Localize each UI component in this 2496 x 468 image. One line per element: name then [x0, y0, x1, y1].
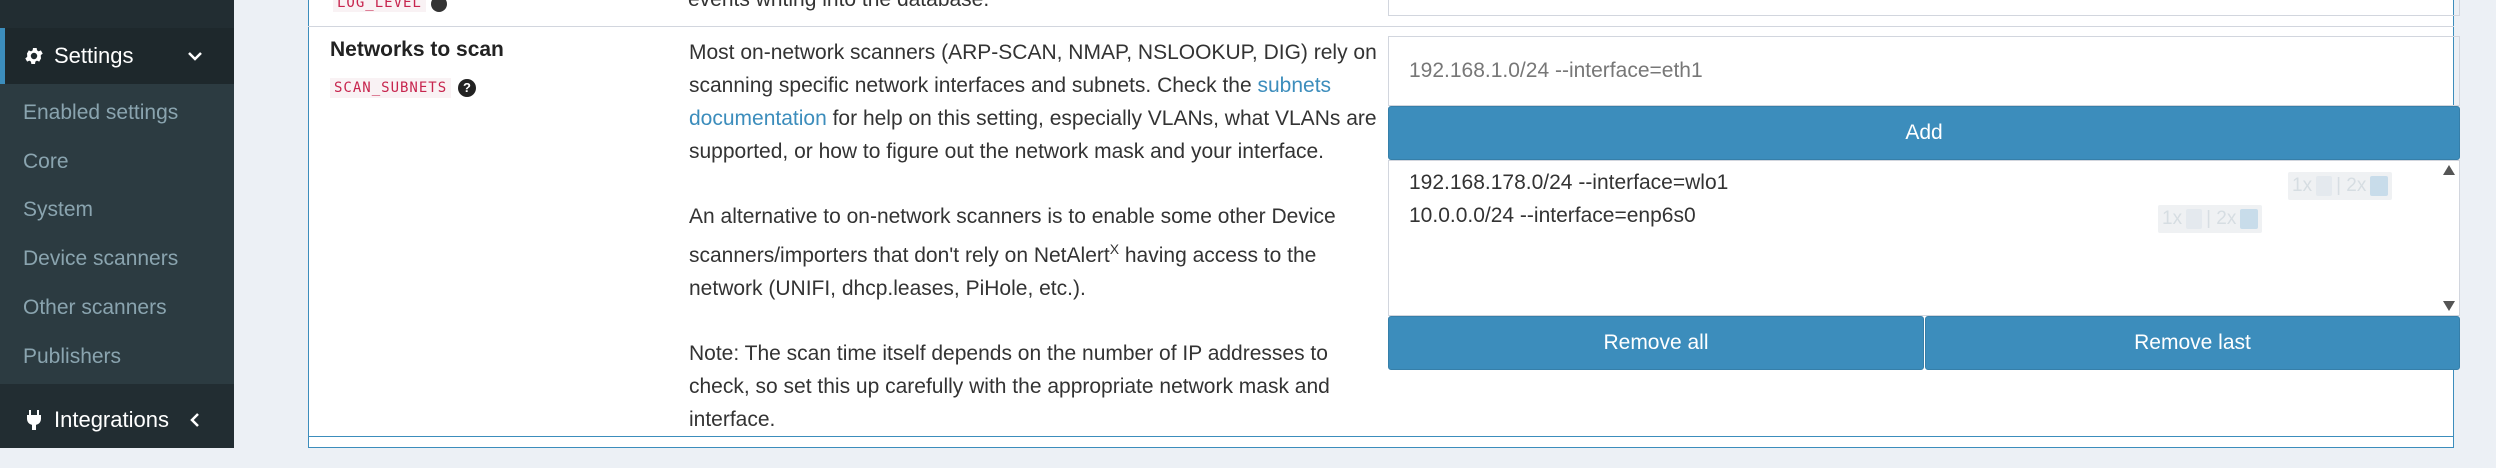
upload-icon — [2240, 209, 2259, 229]
help-icon[interactable]: ? — [458, 79, 476, 97]
sidebar: Settings Enabled settings Core System De… — [0, 0, 234, 448]
upload-icon — [2370, 176, 2389, 196]
previous-setting-description: events writing into the database. — [688, 0, 989, 12]
previous-setting-input[interactable] — [1388, 0, 2460, 16]
page-icon — [2186, 209, 2203, 229]
zoom-overlay: 1x | 2x — [2158, 205, 2263, 233]
sidebar-item-system[interactable]: System — [23, 198, 93, 222]
row-divider — [308, 26, 2454, 27]
chevron-down-icon — [186, 47, 204, 65]
zoom-1x-label: 1x — [2292, 175, 2313, 196]
scroll-down-arrow[interactable] — [2443, 301, 2455, 311]
previous-setting-code: LOG_LEVEL — [333, 0, 426, 12]
sidebar-item-core[interactable]: Core — [23, 150, 69, 174]
list-item[interactable]: 10.0.0.0/24 --interface=enp6s0 — [1409, 204, 1696, 228]
sidebar-item-other-scanners[interactable]: Other scanners — [23, 296, 167, 320]
scroll-up-arrow[interactable] — [2443, 165, 2455, 175]
subnet-input[interactable]: 192.168.1.0/24 --interface=eth1 — [1388, 36, 2460, 106]
plug-icon — [22, 408, 46, 432]
add-button[interactable]: Add — [1388, 106, 2460, 160]
zoom-2x-label: | 2x — [2336, 175, 2367, 196]
page-icon — [2316, 176, 2333, 196]
row-divider — [308, 436, 2454, 437]
remove-last-button[interactable]: Remove last — [1925, 316, 2460, 370]
sidebar-item-settings[interactable]: Settings — [0, 28, 234, 84]
description-paragraph: Note: The scan time itself depends on th… — [689, 342, 1330, 431]
setting-code: SCAN_SUBNETS — [330, 78, 452, 98]
remove-all-button[interactable]: Remove all — [1388, 316, 1924, 370]
sidebar-submenu: Enabled settings Core System Device scan… — [0, 84, 234, 384]
main-content: LOG_LEVEL events writing into the databa… — [234, 0, 2496, 448]
list-item[interactable]: 192.168.178.0/24 --interface=wlo1 — [1409, 171, 1728, 195]
sidebar-item-integrations[interactable]: Integrations — [0, 392, 234, 448]
superscript: X — [1109, 241, 1120, 257]
setting-title: Networks to scan — [330, 38, 504, 61]
zoom-1x-label: 1x — [2162, 208, 2183, 229]
description-paragraph: An alternative to on-network scanners is… — [689, 200, 1389, 305]
sidebar-item-enabled-settings[interactable]: Enabled settings — [23, 101, 178, 125]
sidebar-item-label: Settings — [54, 43, 134, 68]
sidebar-item-device-scanners[interactable]: Device scanners — [23, 247, 178, 271]
description-paragraph: Most on-network scanners (ARP-SCAN, NMAP… — [689, 36, 1389, 168]
setting-description: Most on-network scanners (ARP-SCAN, NMAP… — [689, 36, 1389, 468]
chevron-left-icon — [186, 411, 204, 429]
sidebar-item-label: Integrations — [54, 407, 169, 432]
zoom-2x-label: | 2x — [2206, 208, 2237, 229]
gear-icon — [22, 44, 46, 68]
zoom-overlay: 1x | 2x — [2288, 172, 2393, 200]
sidebar-item-publishers[interactable]: Publishers — [23, 345, 121, 369]
